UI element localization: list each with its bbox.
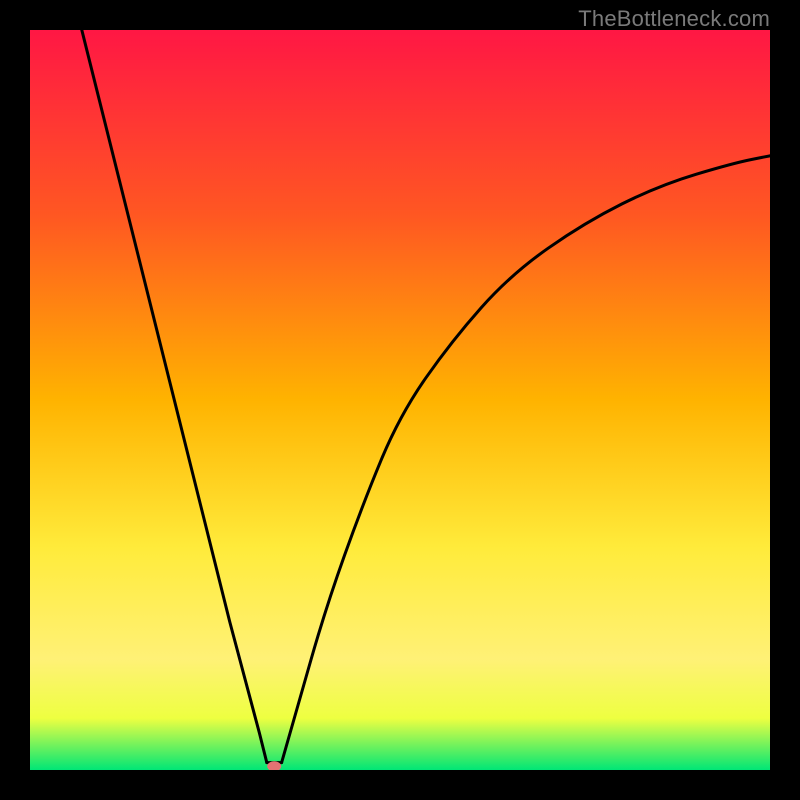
chart-frame: TheBottleneck.com (0, 0, 800, 800)
gradient-background (30, 30, 770, 770)
plot-area (30, 30, 770, 770)
watermark-text: TheBottleneck.com (578, 6, 770, 32)
chart-svg (30, 30, 770, 770)
